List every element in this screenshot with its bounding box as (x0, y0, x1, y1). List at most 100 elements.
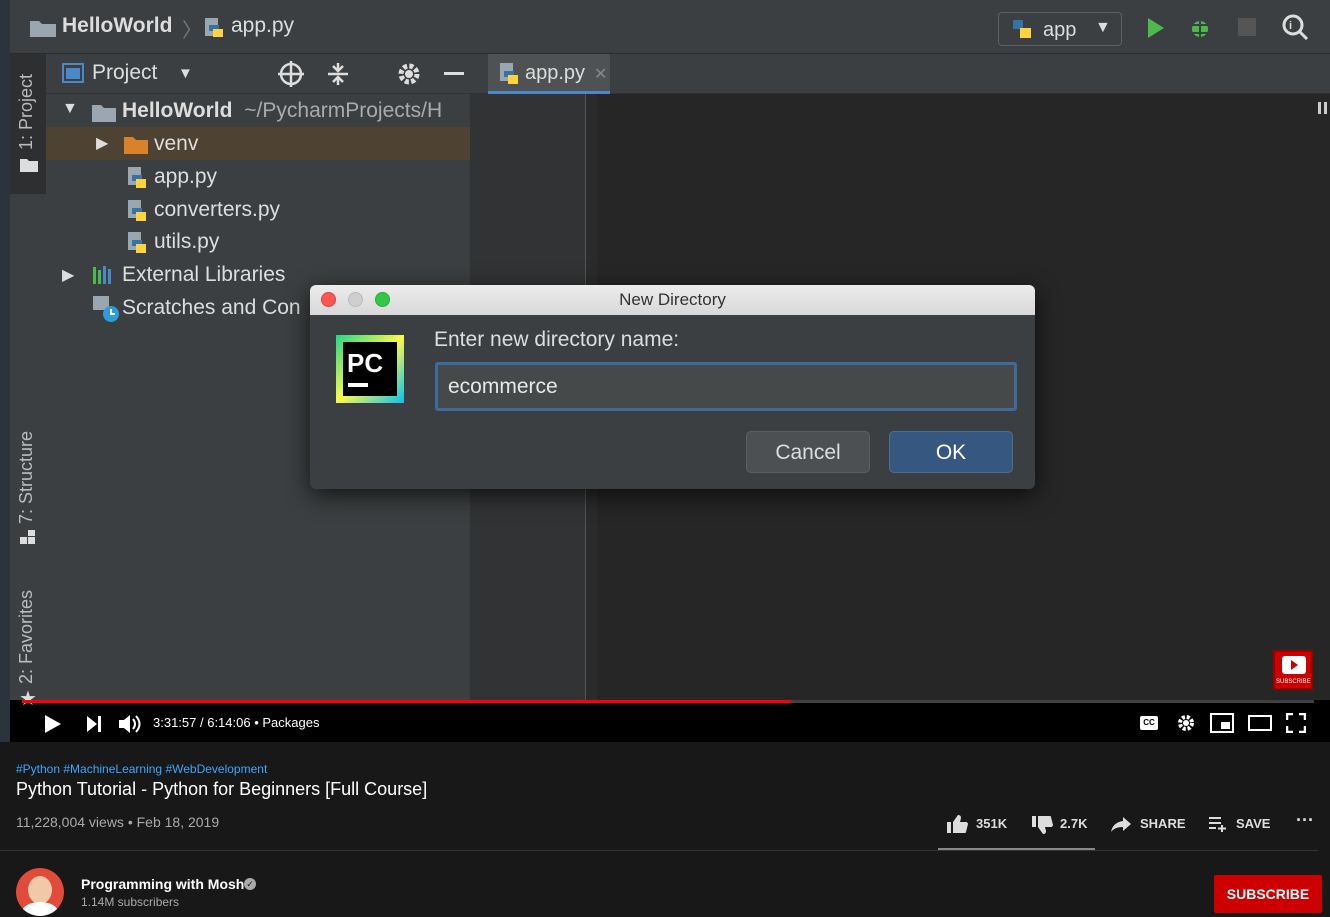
cancel-button[interactable]: Cancel (746, 431, 870, 473)
tree-item-external-libraries[interactable]: External Libraries (122, 263, 285, 287)
search-everywhere-icon[interactable]: i (1282, 14, 1312, 40)
folder-icon (20, 159, 38, 172)
save-playlist-icon[interactable] (1208, 816, 1228, 832)
subscriber-count: 1.14M subscribers (81, 895, 180, 909)
debug-icon[interactable] (1188, 16, 1212, 40)
watermark-text: SUBSCRIBE (1276, 679, 1311, 685)
progress-bar[interactable] (22, 700, 1314, 703)
video-player[interactable]: HelloWorld 〉 app.py app ▼ i 1: Project 7… (10, 0, 1330, 742)
verified-icon: ✓ (244, 878, 256, 890)
play-icon[interactable] (44, 714, 62, 734)
project-view-icon (62, 63, 84, 83)
hashtags[interactable]: #Python #MachineLearning #WebDevelopment (16, 762, 267, 776)
dialog-prompt: Enter new directory name: (434, 328, 680, 351)
editor-tab-active[interactable]: app.py ✕ (488, 54, 610, 94)
tree-item-file[interactable]: app.py (154, 165, 217, 189)
tree-item-file[interactable]: utils.py (154, 230, 219, 254)
save-button[interactable]: SAVE (1236, 816, 1270, 831)
tree-root-path: ~/PycharmProjects/H (244, 99, 443, 122)
dialog-titlebar: New Directory (310, 285, 1035, 315)
logo-text: PC (347, 348, 383, 378)
like-count[interactable]: 351K (976, 816, 1007, 831)
new-directory-dialog: New Directory PC Enter new directory nam… (310, 285, 1035, 489)
run-config-dropdown[interactable]: app ▼ (998, 12, 1122, 46)
project-panel-header: Project ▼ (46, 54, 470, 94)
tab-favorites[interactable]: 2: Favorites (16, 590, 37, 684)
chevron-down-icon[interactable]: ▼ (178, 65, 193, 82)
pause-icon (1318, 102, 1321, 114)
selected-row-highlight (46, 127, 470, 160)
chevron-down-icon: ▼ (1095, 19, 1111, 36)
share-icon[interactable] (1110, 816, 1132, 832)
python-icon (1013, 20, 1031, 38)
close-icon[interactable]: ✕ (594, 64, 607, 84)
folder-icon (124, 137, 148, 154)
hide-icon[interactable] (444, 72, 464, 75)
breadcrumb-project[interactable]: HelloWorld (62, 14, 172, 38)
next-icon[interactable] (86, 715, 104, 733)
tab-structure[interactable]: 7: Structure (16, 431, 37, 524)
ok-button[interactable]: OK (889, 431, 1013, 473)
dialog-title: New Directory (619, 290, 726, 309)
editor-tab-bar: app.py ✕ (470, 54, 1330, 94)
library-icon (93, 266, 111, 284)
settings-icon[interactable] (1176, 713, 1196, 733)
folder-icon (30, 21, 56, 37)
directory-name-input[interactable]: ecommerce (435, 362, 1017, 411)
gear-icon[interactable] (396, 61, 422, 87)
miniplayer-icon[interactable] (1210, 713, 1234, 733)
navigation-bar: HelloWorld 〉 app.py app ▼ i (10, 0, 1330, 54)
run-config-label: app (1043, 19, 1077, 41)
svg-text:i: i (1289, 20, 1292, 32)
pycharm-window: HelloWorld 〉 app.py app ▼ i 1: Project 7… (10, 0, 1330, 710)
python-file-icon (500, 63, 518, 84)
avatar[interactable] (16, 868, 64, 916)
scratches-icon (93, 296, 119, 322)
tree-item-file[interactable]: converters.py (154, 198, 280, 222)
tree-item-root[interactable]: HelloWorld ~/PycharmProjects/H (122, 99, 442, 123)
thumbs-up-icon[interactable] (946, 814, 968, 834)
video-title: Python Tutorial - Python for Beginners [… (16, 779, 428, 799)
directory-name-value: ecommerce (448, 375, 558, 398)
tree-root-name: HelloWorld (122, 99, 233, 122)
folder-icon (92, 105, 116, 122)
expand-arrow-icon[interactable]: ▼ (62, 100, 78, 118)
player-controls: 3:31:57 / 6:14:06 • Packages CC (10, 700, 1330, 742)
python-file-icon (128, 232, 146, 253)
channel-name[interactable]: Programming with Mosh (81, 876, 244, 892)
tab-project[interactable]: 1: Project (16, 74, 37, 150)
fullscreen-icon[interactable] (1286, 713, 1306, 733)
video-meta: 11,228,004 views • Feb 18, 2019 (16, 814, 220, 830)
subscribe-button[interactable]: SUBSCRIBE (1214, 875, 1322, 913)
expand-arrow-icon[interactable]: ▶ (62, 265, 74, 285)
expand-arrow-icon[interactable]: ▶ (96, 133, 108, 153)
time-display: 3:31:57 / 6:14:06 • Packages (153, 715, 320, 730)
theater-mode-icon[interactable] (1248, 714, 1272, 732)
share-button[interactable]: SHARE (1140, 816, 1186, 831)
project-view-title[interactable]: Project (92, 61, 157, 85)
python-file-icon (128, 200, 146, 221)
dislike-count[interactable]: 2.7K (1060, 816, 1087, 831)
more-options-icon[interactable]: ··· (1296, 810, 1314, 831)
locate-icon[interactable] (278, 61, 304, 87)
divider (0, 850, 1318, 851)
structure-icon (20, 530, 35, 544)
captions-icon[interactable]: CC (1140, 716, 1158, 730)
collapse-all-icon[interactable] (326, 61, 350, 87)
like-ratio-bar (938, 848, 1095, 850)
thumbs-down-icon[interactable] (1031, 815, 1053, 835)
pycharm-logo-icon: PC (336, 335, 404, 403)
run-icon[interactable] (1146, 17, 1166, 39)
breadcrumb-file[interactable]: app.py (231, 14, 294, 38)
python-file-icon (205, 18, 223, 37)
subscribe-watermark[interactable]: SUBSCRIBE (1273, 650, 1313, 690)
volume-icon[interactable] (118, 713, 142, 735)
progress-fill (22, 700, 791, 703)
editor-tab-label: app.py (525, 62, 586, 84)
tree-item-scratches[interactable]: Scratches and Con (122, 296, 301, 320)
stop-icon[interactable] (1238, 18, 1256, 36)
tree-item-venv[interactable]: venv (154, 132, 198, 156)
breadcrumb-separator: 〉 (182, 20, 202, 42)
python-file-icon (128, 167, 146, 188)
youtube-play-icon (1282, 656, 1306, 674)
